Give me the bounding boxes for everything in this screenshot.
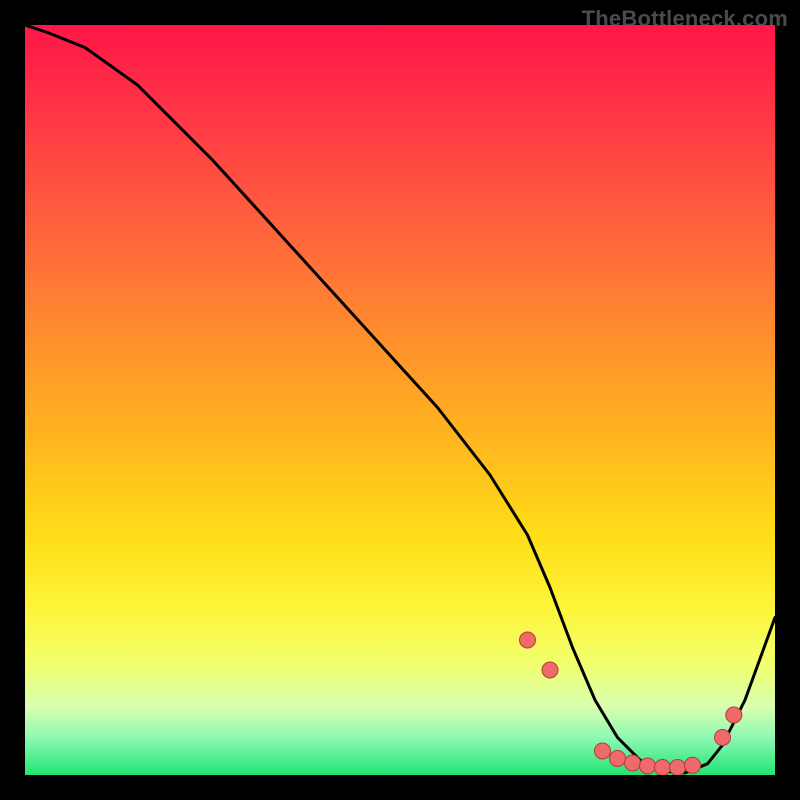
data-point-marker [670,760,686,776]
data-point-marker [610,751,626,767]
data-point-marker [595,743,611,759]
data-point-marker [542,662,558,678]
data-point-marker [640,758,656,774]
chart-svg [25,25,775,775]
data-point-marker [685,757,701,773]
data-point-marker [625,755,641,771]
curve-markers [520,632,742,775]
data-point-marker [655,760,671,776]
data-point-marker [726,707,742,723]
bottleneck-curve [25,25,775,773]
chart-frame: TheBottleneck.com [0,0,800,800]
plot-area [25,25,775,775]
data-point-marker [520,632,536,648]
data-point-marker [715,730,731,746]
